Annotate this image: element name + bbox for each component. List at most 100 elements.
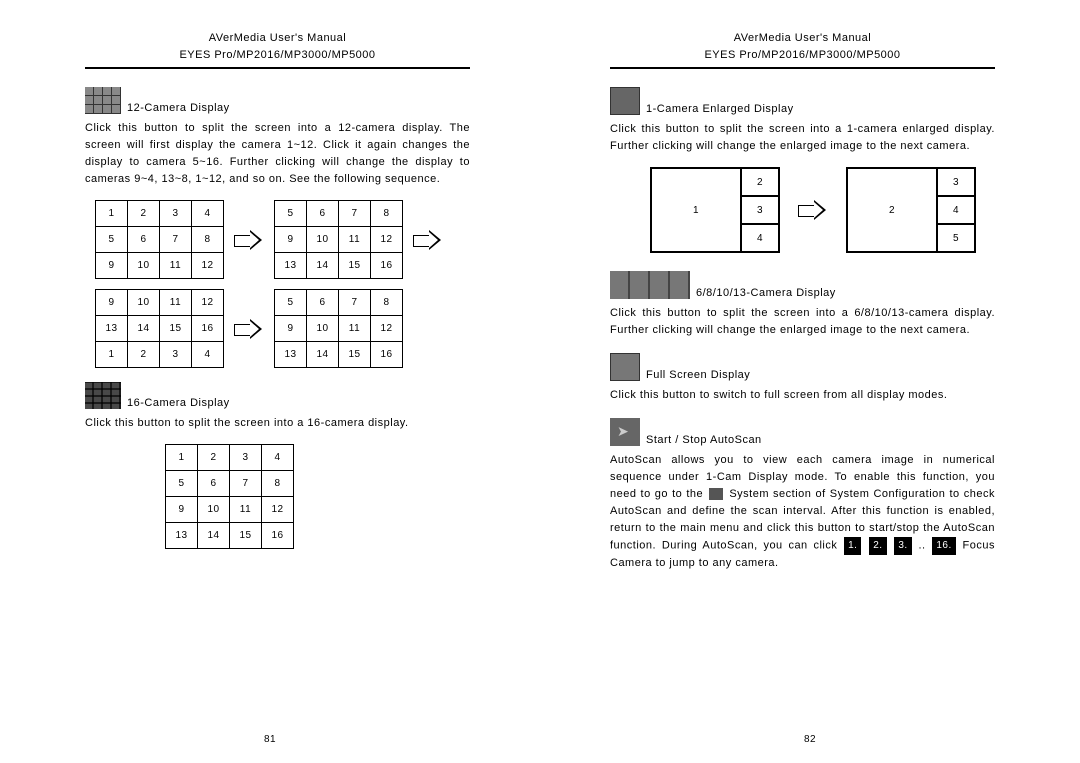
grid-cell: 9	[166, 497, 198, 523]
grid-cell: 15	[230, 523, 262, 549]
page-81: AVerMedia User's Manual EYES Pro/MP2016/…	[0, 0, 540, 763]
enl-cell: 2	[741, 168, 779, 196]
grid12-icon	[85, 87, 121, 114]
grid-cell: 13	[275, 253, 307, 279]
grid-cell: 12	[371, 316, 403, 342]
grid-cell: 15	[339, 342, 371, 368]
grid-cell: 8	[262, 471, 294, 497]
section-full: Full Screen Display Click this button to…	[610, 353, 995, 404]
grid-cell: 7	[230, 471, 262, 497]
grid-cell: 10	[307, 227, 339, 253]
label-full: Full Screen Display	[646, 369, 750, 381]
system-inline-icon	[709, 488, 723, 500]
page-82: AVerMedia User's Manual EYES Pro/MP2016/…	[540, 0, 1080, 763]
enl-big: 1	[651, 168, 741, 252]
grid-cell: 2	[128, 342, 160, 368]
para-autoscan: AutoScan allows you to view each camera …	[610, 452, 995, 572]
grid-cell: 13	[96, 316, 128, 342]
section-multi: 6/8/10/13-Camera Display Click this butt…	[610, 271, 995, 339]
grid-cell: 16	[192, 316, 224, 342]
grid-cell: 6	[198, 471, 230, 497]
grid-cell: 2	[198, 445, 230, 471]
grid-cell: 5	[96, 227, 128, 253]
grid-cell: 6	[307, 201, 339, 227]
page-number: 81	[0, 734, 540, 745]
grid-cell: 5	[275, 201, 307, 227]
dots: ..	[918, 540, 925, 552]
multi-icon	[610, 271, 690, 299]
grid-cell: 1	[96, 342, 128, 368]
grid-cell: 9	[275, 316, 307, 342]
label-16cam: 16-Camera Display	[127, 397, 230, 409]
header-title: AVerMedia User's Manual	[610, 30, 995, 47]
para-16cam: Click this button to split the screen in…	[85, 415, 470, 432]
arrow-icon	[798, 200, 828, 220]
grid-cell: 7	[339, 290, 371, 316]
grid-cell: 7	[339, 201, 371, 227]
grid-cell: 16	[371, 253, 403, 279]
grid-cell: 7	[160, 227, 192, 253]
grid-cell: 9	[96, 290, 128, 316]
grid-cell: 14	[307, 253, 339, 279]
grid-cell: 4	[192, 342, 224, 368]
grid-row-2: 9101112131415161234 5678910111213141516	[95, 289, 470, 368]
grid-cell: 11	[230, 497, 262, 523]
grid-d: 5678910111213141516	[274, 289, 403, 368]
grid-cell: 13	[166, 523, 198, 549]
arrow-icon	[413, 230, 443, 250]
grid-cell: 5	[166, 471, 198, 497]
label-1cam: 1-Camera Enlarged Display	[646, 103, 794, 115]
grid-cell: 6	[307, 290, 339, 316]
grid16-icon	[85, 382, 121, 409]
section-12cam: 12-Camera Display Click this button to s…	[85, 87, 470, 368]
grid-cell: 10	[307, 316, 339, 342]
focus-btn: 3.	[894, 537, 911, 555]
grid-cell: 11	[339, 227, 371, 253]
grid-cell: 15	[339, 253, 371, 279]
grid-cell: 11	[160, 290, 192, 316]
grid-cell: 8	[371, 201, 403, 227]
page-header: AVerMedia User's Manual EYES Pro/MP2016/…	[85, 30, 470, 69]
grid-cell: 3	[230, 445, 262, 471]
label-autoscan: Start / Stop AutoScan	[646, 434, 762, 446]
grid-16: 12345678910111213141516	[165, 444, 294, 549]
grid-cell: 1	[96, 201, 128, 227]
grid-cell: 4	[262, 445, 294, 471]
grid-cell: 12	[371, 227, 403, 253]
grid-cell: 14	[198, 523, 230, 549]
grid-cell: 16	[371, 342, 403, 368]
fullscreen-icon	[610, 353, 640, 381]
enl-cell: 4	[937, 196, 975, 224]
para-1cam: Click this button to split the screen in…	[610, 121, 995, 155]
auto-t3a: During AutoScan, you can click	[662, 540, 837, 552]
grid-c: 9101112131415161234	[95, 289, 224, 368]
arrow-icon	[234, 319, 264, 339]
enl-cell: 5	[937, 224, 975, 252]
label-multi: 6/8/10/13-Camera Display	[696, 287, 836, 299]
para-multi: Click this button to split the screen in…	[610, 305, 995, 339]
arrow-icon	[234, 230, 264, 250]
enl-big: 2	[847, 168, 937, 252]
focus-btn: 2.	[869, 537, 886, 555]
grid-row-1: 123456789101112 5678910111213141516	[95, 200, 470, 279]
para-12cam: Click this button to split the screen in…	[85, 120, 470, 188]
header-subtitle: EYES Pro/MP2016/MP3000/MP5000	[610, 47, 995, 64]
grid-cell: 1	[166, 445, 198, 471]
grid-cell: 8	[371, 290, 403, 316]
enl-cell: 3	[741, 196, 779, 224]
auto-t2a: the	[686, 488, 703, 500]
section-1cam-enlarged: 1-Camera Enlarged Display Click this but…	[610, 87, 995, 253]
enlarged1-icon	[610, 87, 640, 115]
enlarged-row: 1 2 3 4 2 3 4 5	[650, 167, 995, 253]
grid-cell: 10	[128, 253, 160, 279]
grid-cell: 9	[275, 227, 307, 253]
grid-cell: 16	[262, 523, 294, 549]
grid-cell: 14	[128, 316, 160, 342]
section-autoscan: Start / Stop AutoScan AutoScan allows yo…	[610, 418, 995, 572]
grid-cell: 8	[192, 227, 224, 253]
section-16cam: 16-Camera Display Click this button to s…	[85, 382, 470, 549]
autoscan-icon	[610, 418, 640, 446]
enl-cell: 4	[741, 224, 779, 252]
focus-btn: 16.	[932, 537, 955, 555]
focus-btn: 1.	[844, 537, 861, 555]
